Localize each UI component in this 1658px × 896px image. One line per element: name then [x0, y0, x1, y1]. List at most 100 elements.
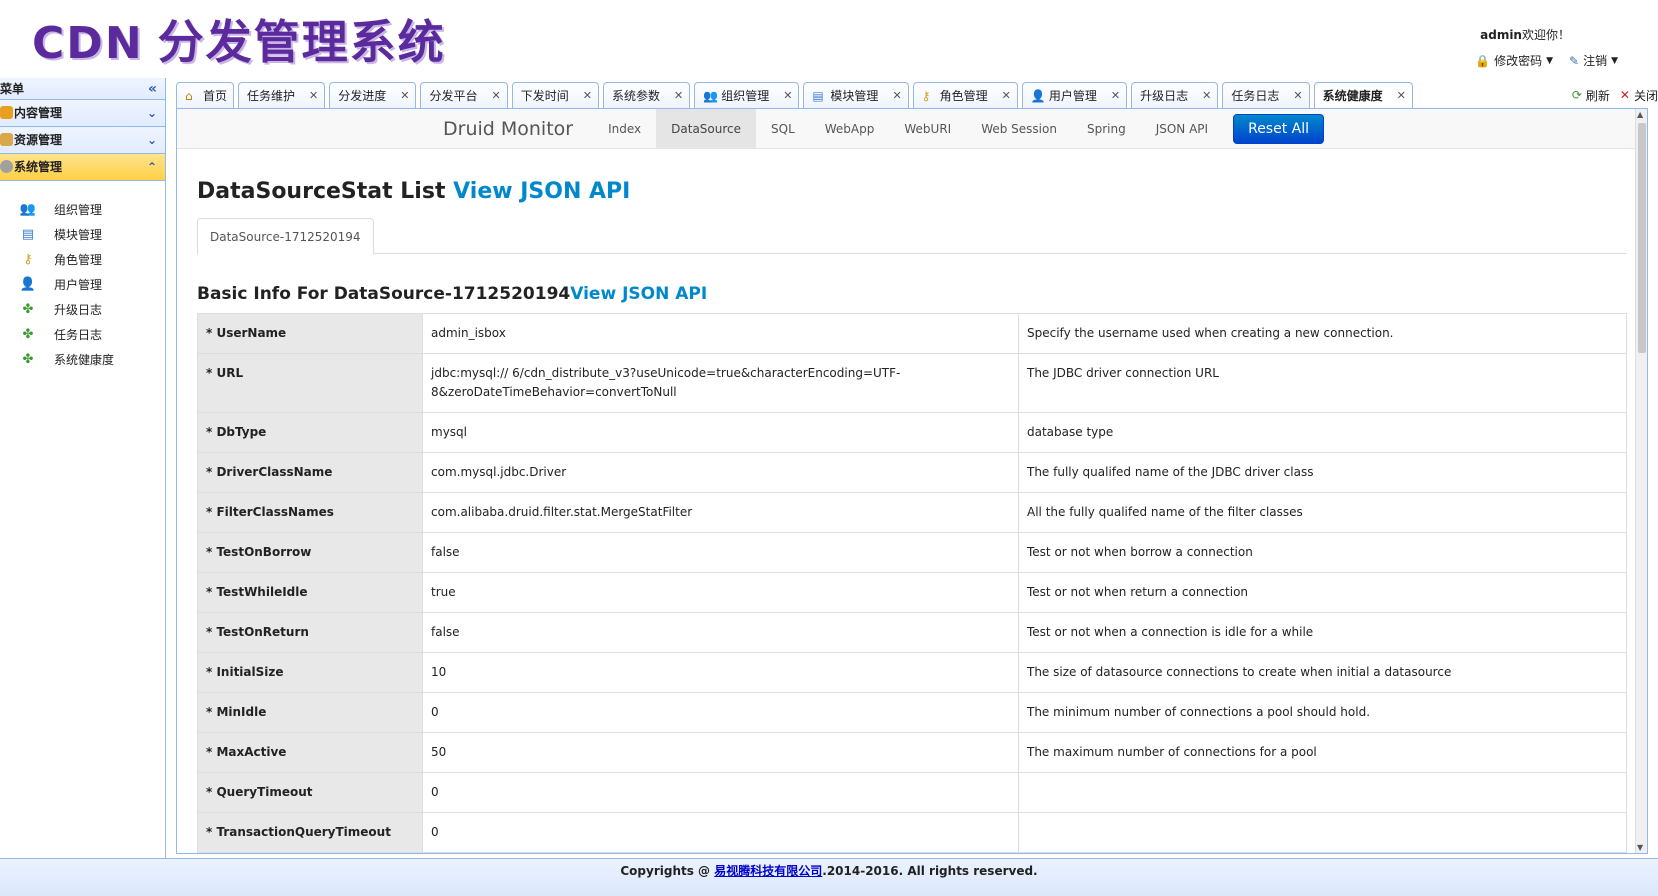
- user-actions: 🔒 修改密码 ▼ ✎ 注销 ▼: [1475, 52, 1618, 69]
- puzzle-icon: ✤: [22, 327, 34, 342]
- row-description: The JDBC driver connection URL: [1018, 353, 1627, 413]
- row-key: * TestWhileIdle: [197, 572, 423, 613]
- scroll-up-icon[interactable]: ▲: [1637, 110, 1643, 119]
- key-icon: ⚷: [921, 88, 931, 103]
- close-icon[interactable]: ✕: [492, 89, 501, 102]
- tab-label: 角色管理: [939, 89, 988, 103]
- druid-nav-index[interactable]: Index: [593, 109, 656, 149]
- company-link[interactable]: 易视腾科技有限公司: [714, 864, 822, 878]
- tab-upgrade-log[interactable]: 升级日志 ✕: [1131, 82, 1219, 108]
- resource-icon: [0, 133, 13, 146]
- tab-role[interactable]: ⚷ 角色管理 ✕: [912, 82, 1018, 108]
- row-key: * URL: [197, 353, 423, 413]
- sidebar-group-system[interactable]: 系统管理 ⌃: [0, 154, 165, 181]
- close-icon[interactable]: ✕: [1293, 89, 1302, 102]
- sidebar-items: 👥 组织管理 ▤ 模块管理 ⚷ 角色管理 👤 用户管理 ✤ 升级日志 ✤ 任务日…: [0, 181, 165, 372]
- sidebar-item-role[interactable]: ⚷ 角色管理: [0, 247, 165, 272]
- druid-nav-datasource[interactable]: DataSource: [656, 109, 757, 149]
- row-description: Test or not when return a connection: [1018, 572, 1627, 613]
- tab-task-maintain[interactable]: 任务维护 ✕: [238, 82, 326, 108]
- sidebar-item-upgrade-log[interactable]: ✤ 升级日志: [0, 297, 165, 322]
- sidebar-group-content[interactable]: 内容管理 ⌄: [0, 100, 165, 127]
- org-icon: 👥: [703, 88, 719, 103]
- tab-user[interactable]: 👤 用户管理 ✕: [1021, 82, 1128, 108]
- table-row: * UserName admin_isbox Specify the usernam…: [197, 313, 1627, 354]
- close-icon[interactable]: ✕: [309, 89, 318, 102]
- table-row: * InitialSize 10 The size of datasource co…: [197, 652, 1627, 693]
- close-icon[interactable]: ✕: [1397, 89, 1406, 102]
- close-icon[interactable]: ✕: [1202, 89, 1211, 102]
- table-row: * TestOnBorrow false Test or not when borr…: [197, 532, 1627, 573]
- basic-info-table: * UserName admin_isbox Specify the usernam…: [197, 313, 1627, 853]
- sidebar-group-resource[interactable]: 资源管理 ⌄: [0, 127, 165, 154]
- close-icon[interactable]: ✕: [892, 89, 901, 102]
- table-row: * MaxActive 50 The maximum number of conne…: [197, 732, 1627, 773]
- row-description: Test or not when borrow a connection: [1018, 532, 1627, 573]
- table-row: * FilterClassNames com.alibaba.druid.filt…: [197, 492, 1627, 533]
- close-icon[interactable]: ✕: [400, 89, 409, 102]
- vertical-scrollbar[interactable]: ▲ ▼: [1635, 109, 1647, 853]
- app-header: CDN 分发管理系统 admin欢迎你！ 🔒 修改密码 ▼ ✎ 注销 ▼: [0, 0, 1658, 74]
- tab-distribute-progress[interactable]: 分发进度 ✕: [329, 82, 417, 108]
- puzzle-icon: ✤: [22, 302, 34, 317]
- close-icon[interactable]: ✕: [1111, 89, 1120, 102]
- logout-menu[interactable]: ✎ 注销 ▼: [1569, 52, 1618, 69]
- sidebar-item-org[interactable]: 👥 组织管理: [0, 197, 165, 222]
- collapse-left-icon[interactable]: «: [148, 78, 157, 100]
- change-password-menu[interactable]: 🔒 修改密码 ▼: [1475, 52, 1553, 69]
- tab-bar: ⌂ 首页 任务维护 ✕ 分发进度 ✕ 分发平台 ✕ 下发时间 ✕ 系统参数 ✕ …: [176, 82, 1413, 108]
- close-icon[interactable]: ✕: [674, 89, 683, 102]
- tab-system-params[interactable]: 系统参数 ✕: [602, 82, 691, 108]
- tab-org[interactable]: 👥 组织管理 ✕: [694, 82, 800, 108]
- tab-actions: ⟳ 刷新 ✕ 关闭: [1572, 82, 1658, 108]
- main-content: DataSourceStat List View JSON API DataSo…: [197, 149, 1627, 853]
- scroll-down-icon[interactable]: ▼: [1637, 843, 1643, 852]
- document-icon: ▤: [812, 88, 824, 103]
- row-key: * FilterClassNames: [197, 492, 423, 533]
- row-value: 0: [422, 852, 1019, 853]
- druid-nav-jsonapi[interactable]: JSON API: [1141, 109, 1223, 149]
- tab-distribute-platform[interactable]: 分发平台 ✕: [420, 82, 508, 108]
- row-description: The size of datasource connections to cr…: [1018, 652, 1627, 693]
- row-key: * InitialSize: [197, 652, 423, 693]
- reset-all-button[interactable]: Reset All: [1233, 113, 1325, 144]
- tab-task-log[interactable]: 任务日志 ✕: [1222, 82, 1310, 108]
- scrollbar-thumb[interactable]: [1638, 123, 1646, 353]
- druid-nav-sql[interactable]: SQL: [756, 109, 810, 149]
- close-icon[interactable]: ✕: [783, 89, 792, 102]
- sidebar-title-label: 菜单: [0, 82, 25, 96]
- table-row: * TestWhileIdle true Test or not when retu…: [197, 572, 1627, 613]
- tab-label: 组织管理: [721, 89, 770, 103]
- tab-datasource[interactable]: DataSource-1712520194: [197, 218, 374, 255]
- logo-cjk: 分发管理系统: [157, 15, 446, 69]
- refresh-button[interactable]: ⟳ 刷新: [1572, 87, 1610, 104]
- close-all-button[interactable]: ✕ 关闭: [1620, 87, 1658, 104]
- tab-system-health[interactable]: 系统健康度 ✕: [1313, 82, 1413, 108]
- logo-latin: CDN: [32, 18, 144, 69]
- druid-nav-spring[interactable]: Spring: [1072, 109, 1141, 149]
- view-json-api-link[interactable]: View JSON API: [453, 179, 630, 204]
- druid-nav-webapp[interactable]: WebApp: [810, 109, 890, 149]
- row-description: The fully qualifed name of the JDBC driv…: [1018, 452, 1627, 493]
- sidebar-item-label: 系统健康度: [54, 353, 115, 367]
- row-key: * DbType: [197, 412, 423, 453]
- sidebar-item-user[interactable]: 👤 用户管理: [0, 272, 165, 297]
- tab-dispatch-time[interactable]: 下发时间 ✕: [511, 82, 599, 108]
- sidebar-item-module[interactable]: ▤ 模块管理: [0, 222, 165, 247]
- tab-label: 模块管理: [830, 89, 879, 103]
- sidebar-item-task-log[interactable]: ✤ 任务日志: [0, 322, 165, 347]
- close-icon[interactable]: ✕: [583, 89, 592, 102]
- druid-brand[interactable]: Druid Monitor: [443, 118, 573, 140]
- tab-label: 任务维护: [247, 89, 296, 103]
- chevron-up-icon: ⌃: [146, 160, 157, 174]
- druid-nav-websession[interactable]: Web Session: [966, 109, 1072, 149]
- row-value: true: [422, 572, 1019, 613]
- tab-home[interactable]: ⌂ 首页: [176, 82, 235, 108]
- view-json-api-link[interactable]: View JSON API: [570, 284, 707, 304]
- tab-module[interactable]: ▤ 模块管理 ✕: [803, 82, 909, 108]
- druid-nav-weburi[interactable]: WebURI: [889, 109, 966, 149]
- close-icon[interactable]: ✕: [1002, 89, 1011, 102]
- row-value: 50: [422, 732, 1019, 773]
- sidebar-item-health[interactable]: ✤ 系统健康度: [0, 347, 165, 372]
- sidebar-group-label: 资源管理: [14, 133, 63, 147]
